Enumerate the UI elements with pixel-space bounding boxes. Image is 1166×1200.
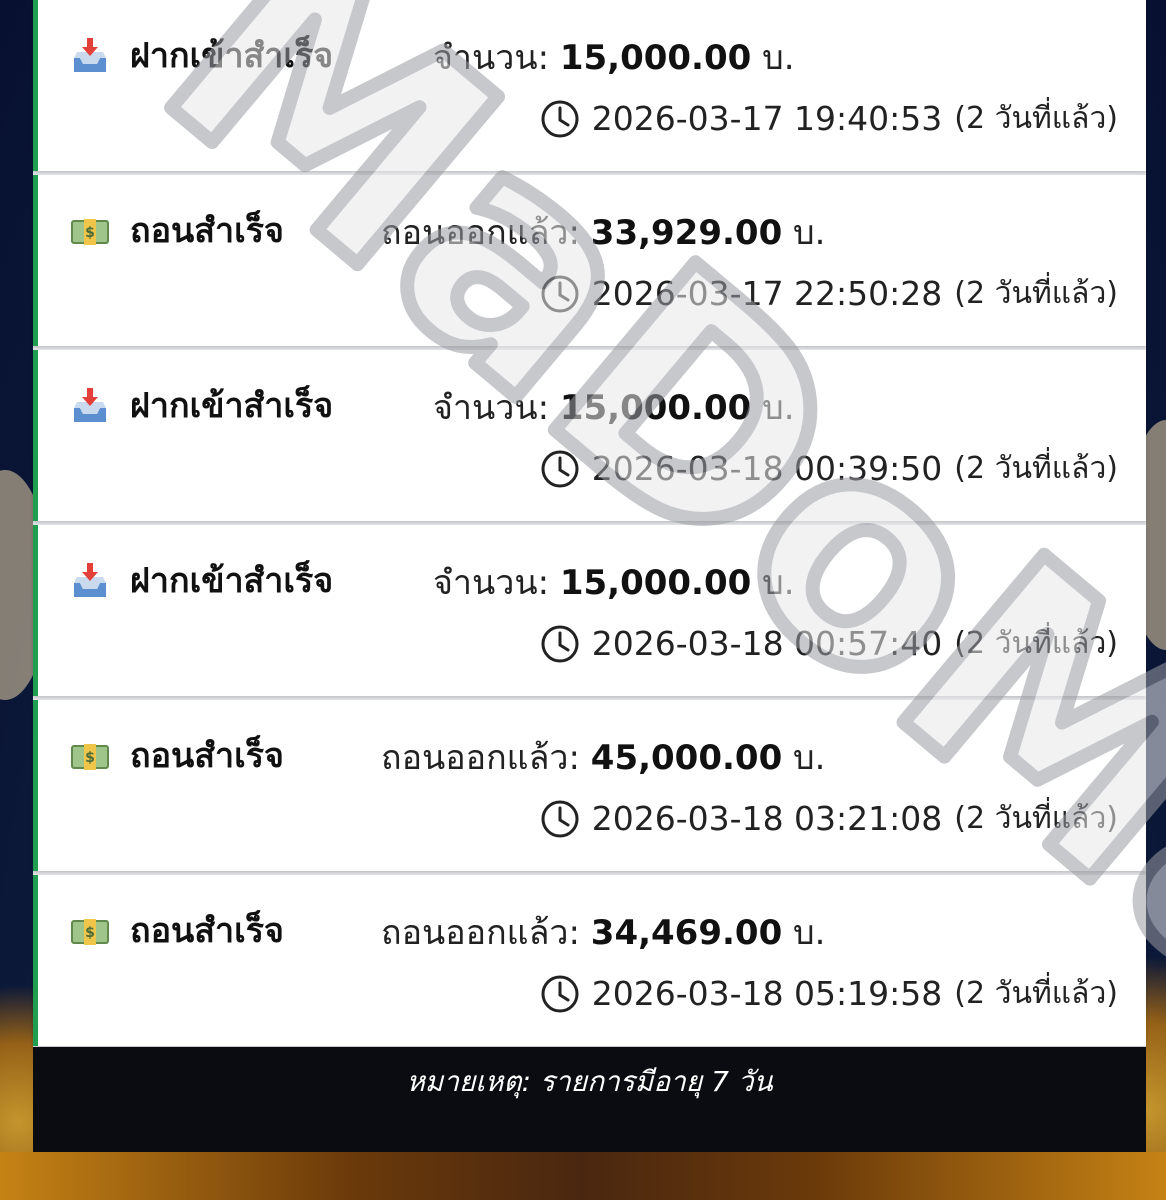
money-bill-icon: $ (71, 919, 109, 945)
amount-text: ถอนออกแล้ว: 45,000.00 บ. (381, 730, 825, 784)
amount-label: ถอนออกแล้ว: (381, 213, 580, 253)
amount-label: จำนวน: (433, 38, 550, 78)
datetime-text: 2026-03-18 03:21:08 (591, 799, 943, 838)
amount-label: ถอนออกแล้ว: (381, 913, 580, 953)
clock-icon (541, 800, 579, 837)
datetime-text: 2026-03-18 00:39:50 (591, 449, 943, 488)
background-bottom-strip (0, 1152, 1166, 1200)
amount-label: ถอนออกแล้ว: (381, 738, 580, 778)
footer-note-text: หมายเหตุ: รายการมีอายุ 7 วัน (406, 1065, 773, 1098)
amount-text: จำนวน: 15,000.00 บ. (433, 30, 795, 84)
amount-value: 45,000.00 (590, 738, 783, 778)
amount-label: จำนวน: (433, 388, 550, 428)
money-bill-icon: $ (71, 744, 109, 770)
currency-label: บ. (793, 913, 826, 953)
relative-time: (2 วันที่แล้ว) (954, 976, 1118, 1011)
currency-label: บ. (793, 213, 826, 253)
status-label: ฝากเข้าสำเร็จ (130, 36, 334, 76)
status-label: ฝากเข้าสำเร็จ (130, 386, 334, 426)
timestamp: 2026-03-18 00:57:40 (2 วันที่แล้ว) (540, 620, 1118, 667)
clock-icon (541, 450, 579, 487)
relative-time: (2 วันที่แล้ว) (954, 451, 1118, 486)
amount-value: 33,929.00 (590, 213, 783, 253)
amount-value: 15,000.00 (559, 38, 752, 78)
clock-icon (541, 625, 579, 662)
datetime-text: 2026-03-17 19:40:53 (591, 99, 943, 138)
currency-label: บ. (762, 38, 795, 78)
transaction-row[interactable]: ฝากเข้าสำเร็จ จำนวน: 15,000.00 บ. 2026-0… (33, 0, 1146, 171)
relative-time: (2 วันที่แล้ว) (954, 801, 1118, 836)
timestamp: 2026-03-18 00:39:50 (2 วันที่แล้ว) (540, 445, 1118, 492)
datetime-text: 2026-03-18 00:57:40 (591, 624, 943, 663)
status-label: ถอนสำเร็จ (130, 911, 284, 951)
svg-text:$: $ (85, 225, 95, 241)
relative-time: (2 วันที่แล้ว) (954, 626, 1118, 661)
datetime-text: 2026-03-17 22:50:28 (591, 274, 943, 313)
amount-value: 15,000.00 (559, 563, 752, 603)
clock-icon (541, 975, 579, 1012)
clock-icon (541, 100, 579, 137)
amount-label: จำนวน: (433, 563, 550, 603)
status-label: ฝากเข้าสำเร็จ (130, 561, 334, 601)
clock-icon (541, 275, 579, 312)
transaction-row[interactable]: $ ถอนสำเร็จ ถอนออกแล้ว: 45,000.00 บ. 202… (33, 700, 1146, 871)
money-bill-icon: $ (71, 219, 109, 245)
transaction-row[interactable]: $ ถอนสำเร็จ ถอนออกแล้ว: 33,929.00 บ. 202… (33, 175, 1146, 346)
transaction-row[interactable]: ฝากเข้าสำเร็จ จำนวน: 15,000.00 บ. 2026-0… (33, 350, 1146, 521)
currency-label: บ. (793, 738, 826, 778)
transaction-history-panel: ฝากเข้าสำเร็จ จำนวน: 15,000.00 บ. 2026-0… (33, 0, 1146, 1152)
currency-label: บ. (762, 388, 795, 428)
status-label: ถอนสำเร็จ (130, 211, 284, 251)
amount-value: 15,000.00 (559, 388, 752, 428)
status-label: ถอนสำเร็จ (130, 736, 284, 776)
inbox-tray-icon (74, 38, 106, 72)
inbox-tray-icon (74, 563, 106, 597)
inbox-tray-icon (74, 388, 106, 422)
currency-label: บ. (762, 563, 795, 603)
relative-time: (2 วันที่แล้ว) (954, 101, 1118, 136)
svg-text:$: $ (85, 750, 95, 766)
transaction-row[interactable]: ฝากเข้าสำเร็จ จำนวน: 15,000.00 บ. 2026-0… (33, 525, 1146, 696)
datetime-text: 2026-03-18 05:19:58 (591, 974, 943, 1013)
timestamp: 2026-03-18 03:21:08 (2 วันที่แล้ว) (540, 795, 1118, 842)
timestamp: 2026-03-17 22:50:28 (2 วันที่แล้ว) (540, 270, 1118, 317)
amount-value: 34,469.00 (590, 913, 783, 953)
amount-text: ถอนออกแล้ว: 33,929.00 บ. (381, 205, 825, 259)
svg-text:$: $ (85, 925, 95, 941)
footer-note: หมายเหตุ: รายการมีอายุ 7 วัน (33, 1047, 1146, 1152)
amount-text: จำนวน: 15,000.00 บ. (433, 555, 795, 609)
amount-text: ถอนออกแล้ว: 34,469.00 บ. (381, 905, 825, 959)
transaction-row[interactable]: $ ถอนสำเร็จ ถอนออกแล้ว: 34,469.00 บ. 202… (33, 875, 1146, 1046)
amount-text: จำนวน: 15,000.00 บ. (433, 380, 795, 434)
timestamp: 2026-03-18 05:19:58 (2 วันที่แล้ว) (540, 970, 1118, 1017)
relative-time: (2 วันที่แล้ว) (954, 276, 1118, 311)
timestamp: 2026-03-17 19:40:53 (2 วันที่แล้ว) (540, 95, 1118, 142)
